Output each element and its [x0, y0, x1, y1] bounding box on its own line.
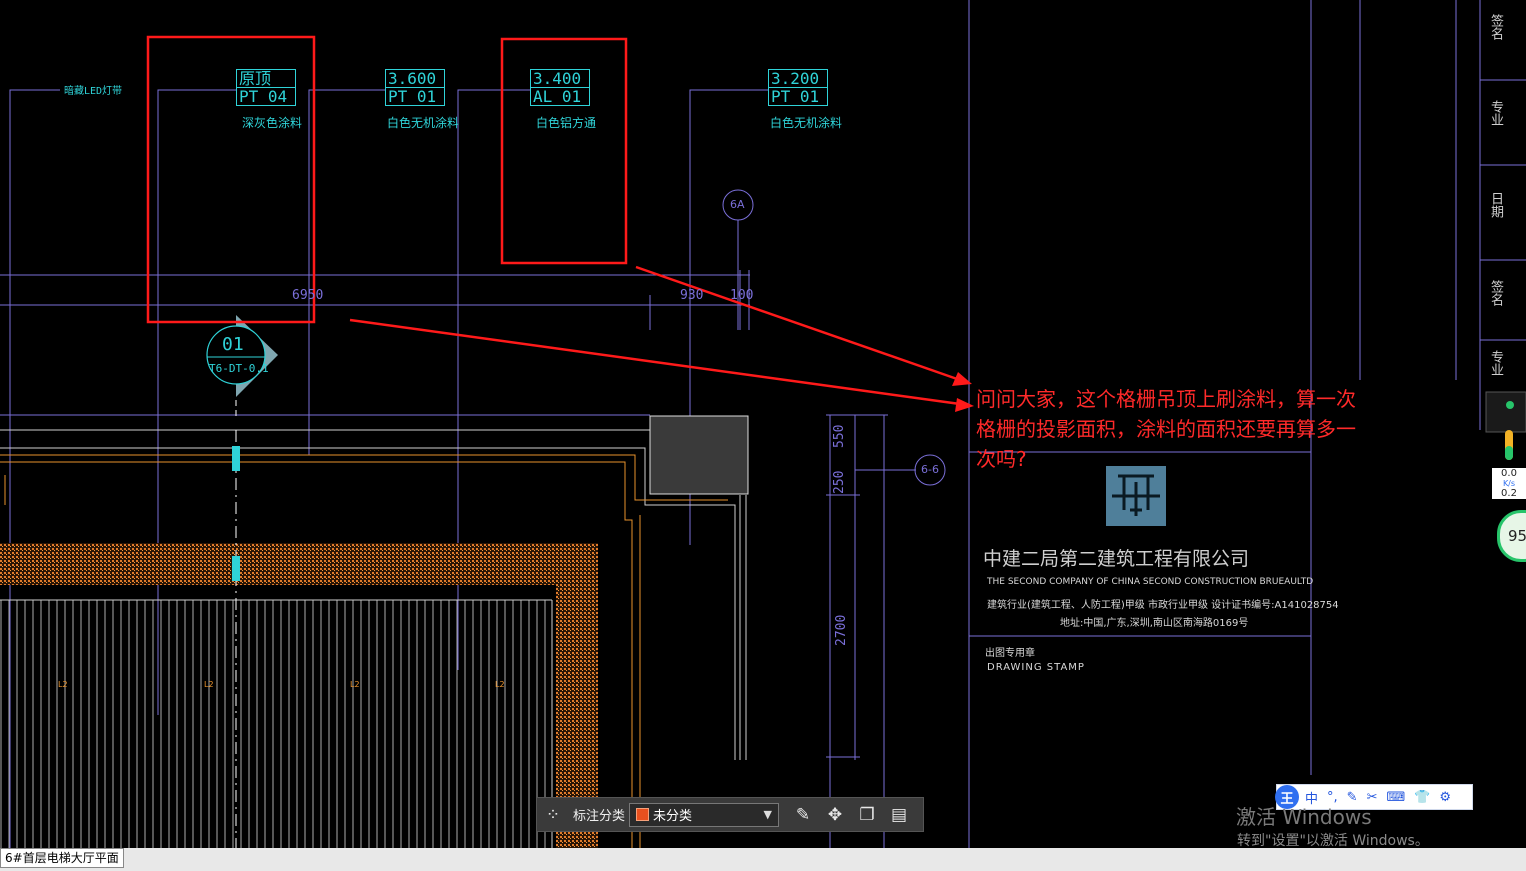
finish-tag: 3.600 PT 01 [385, 69, 445, 106]
annotation-category-select[interactable]: 未分类 ▼ [629, 802, 780, 827]
hatch-tag: L2 [350, 680, 360, 689]
tag-code: AL 01 [531, 87, 589, 105]
tag-level: 3.600 [388, 69, 437, 88]
tag-description: 白色无机涂料 [770, 116, 843, 130]
copy-icon[interactable]: ❐ [851, 799, 883, 831]
move-icon[interactable]: ✥ [819, 799, 851, 831]
speed-value-2: 0.2 [1501, 488, 1517, 499]
sidebar-label: 签名 [1488, 14, 1503, 40]
question-annotation: 问问大家，这个格栅吊顶上刷涂料，算一次格栅的投影面积，涂料的面积还要再算多一次吗… [976, 387, 1356, 471]
finish-tag: 3.400 AL 01 [530, 69, 590, 106]
led-strip-label: 暗藏LED灯带 [64, 86, 123, 97]
hatch-tag: L2 [58, 680, 68, 689]
speed-unit: K/s [1502, 479, 1516, 488]
tag-level: 3.200 [771, 69, 820, 88]
ime-skin-icon[interactable]: 👕 [1414, 790, 1430, 805]
dimension-label: 100 [730, 288, 754, 303]
annotation-category-label: 标注分类 [573, 809, 626, 824]
dimension-label: 2700 [834, 614, 849, 646]
tag-code: PT 04 [237, 87, 295, 105]
grid-apps-icon[interactable]: ⁘ [537, 799, 569, 831]
ime-keyboard-icon[interactable]: ⌨ [1386, 790, 1405, 805]
dimension-label: 930 [680, 288, 704, 303]
speed-value: 0.0 [1501, 468, 1517, 479]
grid-bubble-label: 6A [730, 198, 745, 211]
sidebar-label: 专业 [1488, 100, 1503, 126]
edit-icon[interactable]: ✎ [787, 799, 819, 831]
tag-description: 白色铝方通 [536, 116, 597, 130]
annotation-toolbar: ⁘ 标注分类 未分类 ▼ ✎ ✥ ❐ ▤ [536, 797, 924, 832]
dimension-label: 6950 [292, 288, 324, 303]
finish-tag: 3.200 PT 01 [768, 69, 828, 106]
category-select-value: 未分类 [653, 809, 693, 824]
sidebar-label: 日期 [1488, 192, 1503, 218]
tag-description: 白色无机涂料 [387, 116, 460, 130]
tag-code: PT 01 [769, 87, 827, 105]
qualification-text: 建筑行业(建筑工程、人防工程)甲级 市政行业甲级 设计证书编号:A1410287… [987, 600, 1339, 611]
section-reference: T6-DT-0.1 [209, 362, 269, 375]
hatch-tag: L2 [204, 680, 214, 689]
chevron-down-icon: ▼ [763, 808, 773, 821]
company-name-cn: 中建二局第二建筑工程有限公司 [983, 548, 1250, 570]
address-text: 地址:中国,广东,深圳,南山区南海路0169号 [1060, 618, 1249, 629]
layout-tab-strip [0, 848, 1526, 871]
company-name-en: THE SECOND COMPANY OF CHINA SECOND CONST… [987, 577, 1314, 587]
grid-bubble-label: 6-6 [921, 463, 939, 476]
tag-level: 3.400 [533, 69, 582, 88]
drawing-stamp-cn: 出图专用章 [985, 648, 1035, 659]
dimension-label: 250 [832, 470, 847, 494]
cad-drawing-canvas[interactable]: 暗藏LED灯带 原顶 PT 04 深灰色涂料 3.600 PT 01 白色无机涂… [0, 0, 1526, 871]
paste-icon[interactable]: ▤ [883, 799, 915, 831]
tag-level: 原顶 [239, 69, 272, 88]
tag-code: PT 01 [386, 87, 444, 105]
activation-watermark-subtitle: 转到"设置"以激活 Windows。 [1237, 833, 1429, 849]
dimension-label: 550 [832, 424, 847, 448]
layout-tab[interactable]: 6#首层电梯大厅平面 [0, 848, 124, 868]
finish-tag: 原顶 PT 04 [236, 69, 296, 106]
sidebar-label: 签名 [1488, 280, 1503, 306]
activation-watermark-title: 激活 Windows [1236, 805, 1372, 829]
drawing-stamp-en: DRAWING STAMP [987, 662, 1085, 673]
sidebar-label: 专业 [1488, 350, 1503, 376]
hatch-tag: L2 [495, 680, 505, 689]
tag-description: 深灰色涂料 [242, 116, 303, 130]
category-color-swatch [636, 808, 650, 821]
network-speed-widget: 0.0 K/s 0.2 [1492, 468, 1526, 499]
section-number: 01 [222, 334, 244, 355]
ime-settings-icon[interactable]: ⚙ [1439, 790, 1451, 805]
